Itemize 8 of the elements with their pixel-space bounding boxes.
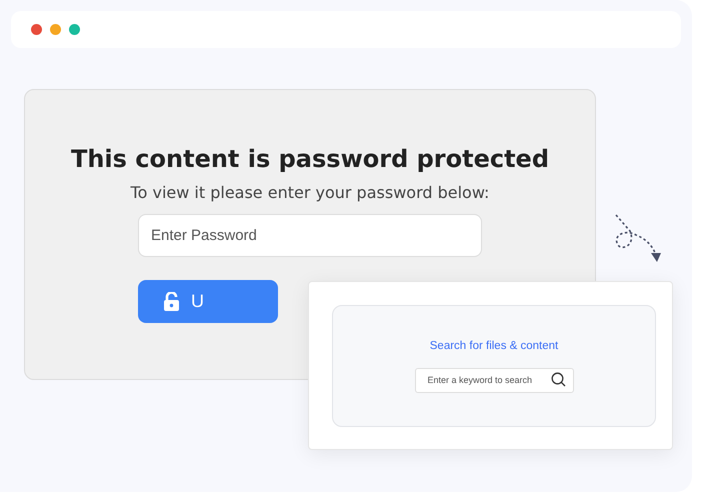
unlock-button[interactable]: U [138,280,278,323]
search-field[interactable]: Enter a keyword to search [414,368,574,392]
unlock-icon [164,292,179,311]
password-field[interactable]: Enter Password [138,214,482,257]
page-title: This content is password protected [70,144,550,175]
search-icon [550,372,566,387]
search-heading: Search for files & content [430,339,558,354]
instruction-text: To view it please enter your password below: [130,182,490,204]
